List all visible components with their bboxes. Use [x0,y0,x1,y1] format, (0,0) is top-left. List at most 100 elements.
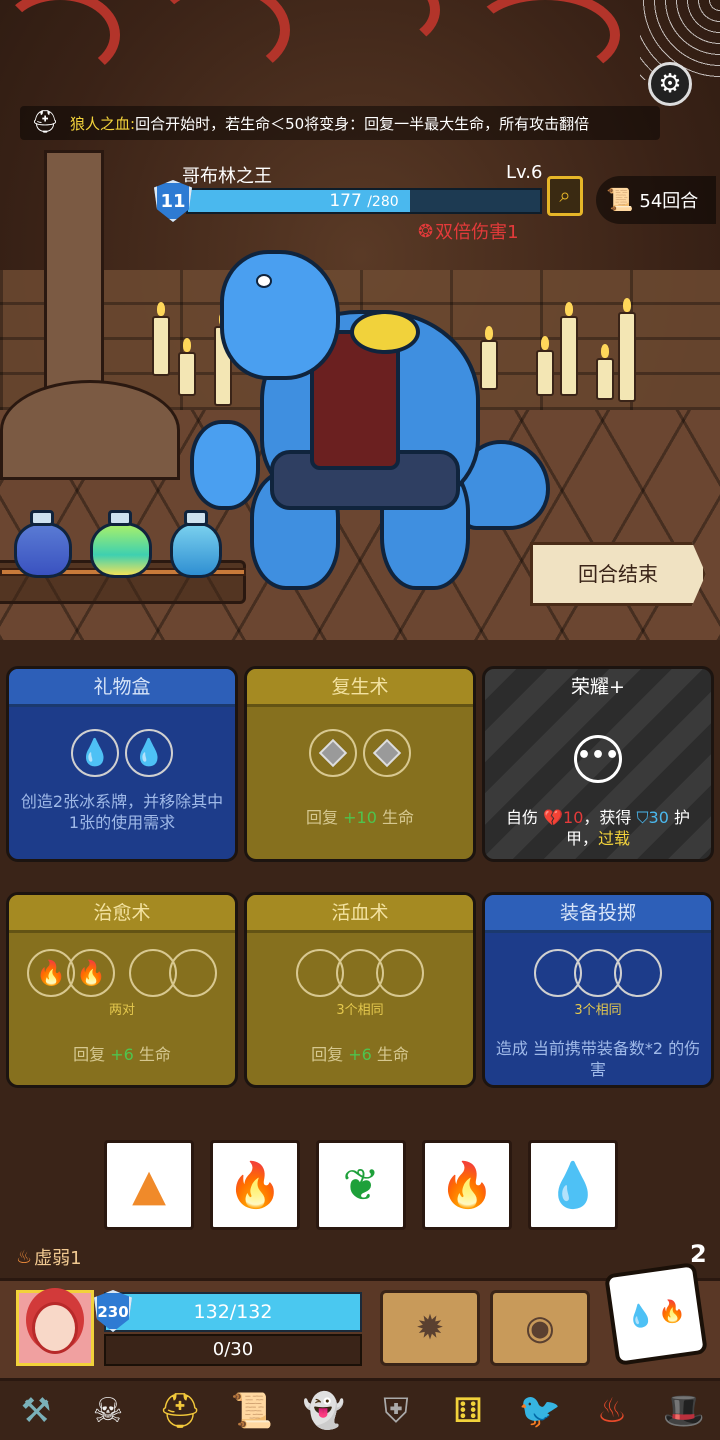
crow-mask-icon[interactable]: 🐦 [514,1385,566,1437]
card-title: 礼物盒 [9,669,235,707]
passive-name: 狼人之血: [70,114,136,133]
broken-heart-icon: 💔 [543,808,564,827]
dice-slot[interactable]: 🔥 [67,949,115,997]
dice-slot[interactable]: 💧 [125,729,173,777]
player-xp-bar: 0/30 [104,1334,362,1366]
card-gift-box[interactable]: 礼物盒 💧 💧 创造2张冰系牌，并移除其中1张的使用需求 [6,666,238,862]
card-slots [247,729,473,777]
desc-b: ，获得 [583,808,637,827]
card-description: 创造2张冰系牌，并移除其中1张的使用需求 [20,792,224,832]
player-hp-bar: 132/132 [104,1292,362,1332]
enemy-level: Lv.6 [506,162,543,183]
dice-slot[interactable] [309,729,357,777]
stone-pillar [0,380,180,480]
dice-slot[interactable] [614,949,662,997]
dice-slot[interactable] [376,949,424,997]
ellipsis-icon: ••• [574,735,622,783]
tentacle-decoration [150,0,290,80]
heal-amount: +6 [348,1045,372,1064]
player-avatar[interactable] [16,1290,94,1366]
reroll-count: 2 [690,1240,707,1268]
card-slots: 🔥 🔥 [9,949,235,997]
fire-icon: 🔥 [656,1297,687,1327]
golden-helmet-icon[interactable]: ⛑ [154,1385,206,1437]
scroll-icon[interactable]: 📜 [226,1385,278,1437]
card-slots [247,949,473,997]
diamond-icon [372,738,402,768]
ghost-slime-icon[interactable]: 👻 [298,1385,350,1437]
settings-gear-icon[interactable]: ⚙ [648,62,692,106]
passive-description: 回合开始时，若生命＜50将变身：回复一半最大生命，所有攻击翻倍 [135,114,590,133]
rainbow-potion-icon[interactable] [90,522,152,578]
turn-counter: 📜 54回合 [596,176,716,224]
card-description: 自伤 💔10，获得 ⛉30 护甲，过载 [485,807,711,849]
desc-prefix: 回复 [311,1045,349,1064]
card-slots [485,949,711,997]
candle [618,298,636,402]
die-fire[interactable]: 🔥 [210,1140,300,1230]
wizard-hat-icon[interactable]: 🎩 [658,1385,710,1437]
sickle-icon[interactable]: ⚒ [10,1385,62,1437]
card-revival[interactable]: 复生术 回复 +10 生命 [244,666,476,862]
weak-status[interactable]: ♨ 虚弱1 [16,1244,82,1270]
weak-icon: ♨ [16,1246,33,1268]
card-title: 复生术 [247,669,473,707]
die-earth[interactable]: ▲ [104,1140,194,1230]
card-description: 回复 +10 生命 [247,807,473,828]
water-drop-icon: 💧 [78,738,112,768]
card-title: 装备投掷 [485,895,711,933]
enemy-hp-text: 177 /280 [188,190,540,212]
end-turn-button[interactable]: 回合结束 [530,542,706,606]
desc-suffix: 生命 [133,1045,171,1064]
card-requirement: 两对 [108,1003,135,1018]
die-water[interactable]: 💧 [528,1140,618,1230]
water-drop-icon: 💧 [625,1301,656,1331]
werewolf-arm [190,420,260,510]
werewolf-enemy[interactable] [180,250,550,600]
card-description: 回复 +6 生命 [9,1044,235,1065]
card-title: 治愈术 [9,895,235,933]
heal-amount: +6 [110,1045,134,1064]
horned-skull-icon[interactable]: ☠ [82,1385,134,1437]
relic-bar: ⚒ ☠ ⛑ 📜 👻 ⛨ ⚅ 🐦 ♨ 🎩 [0,1378,720,1440]
weak-label: 虚弱1 [34,1248,82,1269]
knight-helmet-icon: ⛑ [31,110,59,135]
armor-amount: 30 [648,808,669,827]
enemy-name: 哥布林之王 [182,166,272,187]
tentacle-decoration [0,0,120,80]
candle [596,344,614,400]
turn-counter-label: 54回合 [639,191,699,212]
cyan-potion-icon[interactable] [170,522,222,578]
desc-prefix: 回复 [306,808,344,827]
scroll-icon: 📜 [606,187,634,213]
fire-icon: 🔥 [439,1160,495,1211]
card-equipment-throw[interactable]: 装备投掷 3个相同 造成 当前携带装备数*2 的伤害 [482,892,714,1088]
card-blood-revive[interactable]: 活血术 3个相同 回复 +6 生命 [244,892,476,1088]
fire-icon: 🔥 [76,959,106,987]
roll-dice-button[interactable]: 💧 🔥 [604,1262,708,1366]
equipment-slot-pot[interactable]: ◉ [490,1290,590,1366]
card-healing[interactable]: 治愈术 🔥 🔥 两对 回复 +6 生命 [6,892,238,1088]
enemy-hp-max: /280 [367,194,399,210]
enemy-intent-icon[interactable]: ⌕ [547,176,583,216]
dice-slot[interactable] [169,949,217,997]
die-leaf[interactable]: ❦ [316,1140,406,1230]
card-title: 荣耀+ [571,676,625,698]
spiked-ball-icon: ✹ [415,1308,445,1348]
tentacle-decoration [330,0,440,50]
card-glory-plus[interactable]: 荣耀+ ••• 自伤 💔10，获得 ⛉30 护甲，过载 [482,666,714,862]
flame-hood-icon[interactable]: ♨ [586,1385,638,1437]
iron-helmet-icon[interactable]: ⛨ [370,1385,422,1437]
card-slots: 💧 💧 [9,729,235,777]
enemy-buff[interactable]: ❂ 双倍伤害1 [418,218,519,244]
die-fire[interactable]: 🔥 [422,1140,512,1230]
clay-pot-icon: ◉ [525,1308,555,1348]
dice-slot[interactable]: 💧 [71,729,119,777]
equipment-slot-spiked-ball[interactable]: ✹ [380,1290,480,1366]
blue-potion-icon[interactable] [14,522,72,578]
avatar-face [32,1302,78,1354]
self-damage-amount: 10 [563,808,584,827]
card-requirement: 3个相同 [574,1003,622,1018]
dice-slot[interactable] [363,729,411,777]
golden-die-icon[interactable]: ⚅ [442,1385,494,1437]
